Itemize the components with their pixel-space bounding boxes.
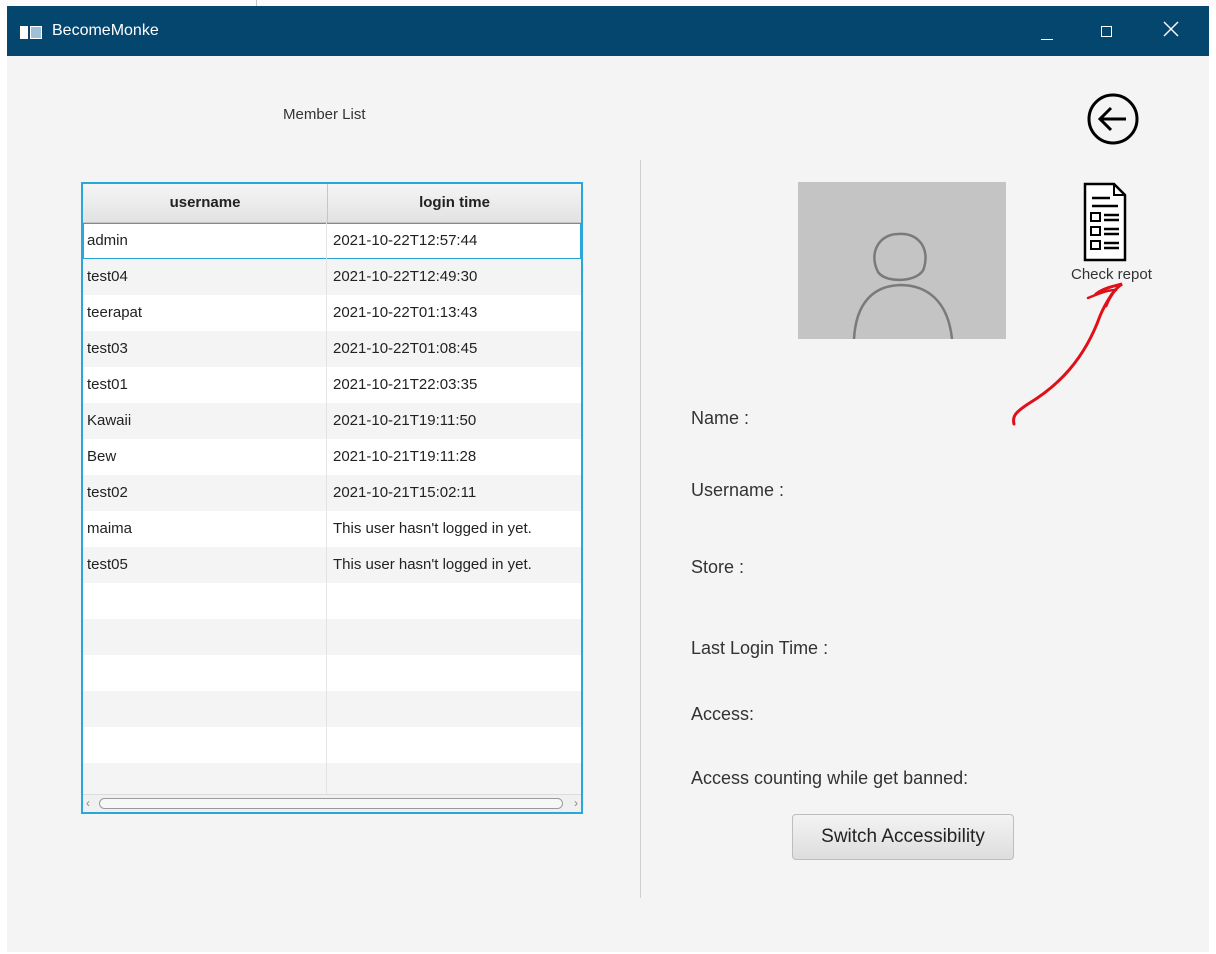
table-body: admin 2021-10-22T12:57:44 test04 2021-10… <box>83 223 581 799</box>
store-label: Store : <box>691 557 745 577</box>
back-button[interactable] <box>1086 92 1140 146</box>
cell-login-time: 2021-10-21T19:11:50 <box>333 412 477 429</box>
cell-username: teerapat <box>83 295 327 331</box>
cell-username: test04 <box>83 259 327 295</box>
cell-login-time: 2021-10-21T22:03:35 <box>333 376 478 393</box>
scrollbar-thumb[interactable] <box>99 798 563 809</box>
app-icon <box>20 26 42 39</box>
scroll-right-icon[interactable]: › <box>574 796 578 810</box>
table-row[interactable]: test02 2021-10-21T15:02:11 <box>83 475 581 511</box>
cell-username: Bew <box>83 439 327 475</box>
member-list-title: Member List <box>283 106 366 123</box>
empty-table-row <box>83 619 581 655</box>
scroll-left-icon[interactable]: ‹ <box>86 796 90 810</box>
switch-accessibility-button[interactable]: Switch Accessibility <box>792 814 1014 860</box>
empty-table-row <box>83 691 581 727</box>
table-row[interactable]: maima This user hasn't logged in yet. <box>83 511 581 547</box>
report-document-icon <box>1083 182 1127 262</box>
column-header-username[interactable]: username <box>83 184 328 222</box>
cell-login-time: 2021-10-22T12:57:44 <box>333 232 478 249</box>
close-icon <box>1163 21 1179 37</box>
check-report-button[interactable] <box>1082 182 1128 262</box>
table-row[interactable]: test03 2021-10-22T01:08:45 <box>83 331 581 367</box>
access-label: Access: <box>691 704 755 724</box>
cell-login-time: This user hasn't logged in yet. <box>333 556 532 573</box>
table-row[interactable]: test01 2021-10-21T22:03:35 <box>83 367 581 403</box>
last-login-label: Last Login Time : <box>691 638 829 658</box>
cell-username: maima <box>83 511 327 547</box>
access-count-label: Access counting while get banned: <box>691 768 969 788</box>
cell-login-time: 2021-10-21T15:02:11 <box>333 484 477 501</box>
cell-login-time: 2021-10-22T01:08:45 <box>333 340 478 357</box>
horizontal-scrollbar[interactable]: ‹ › <box>83 794 581 812</box>
cell-login-time: 2021-10-21T19:11:28 <box>333 448 477 465</box>
maximize-icon <box>1101 26 1112 37</box>
user-avatar <box>798 182 1006 339</box>
panel-divider <box>640 160 641 898</box>
cell-username: test05 <box>83 547 327 583</box>
cell-username: test03 <box>83 331 327 367</box>
minimize-icon <box>1041 39 1053 40</box>
user-avatar-icon <box>852 232 954 339</box>
table-row[interactable]: teerapat 2021-10-22T01:13:43 <box>83 295 581 331</box>
minimize-button[interactable] <box>1024 6 1070 56</box>
table-row[interactable]: Kawaii 2021-10-21T19:11:50 <box>83 403 581 439</box>
cell-username: admin <box>83 223 327 259</box>
back-arrow-icon <box>1087 93 1139 145</box>
empty-table-row <box>83 583 581 619</box>
cell-login-time: 2021-10-22T12:49:30 <box>333 268 478 285</box>
cell-login-time: This user hasn't logged in yet. <box>333 520 532 537</box>
table-row[interactable]: admin 2021-10-22T12:57:44 <box>83 223 581 259</box>
cell-username: test01 <box>83 367 327 403</box>
empty-table-row <box>83 655 581 691</box>
title-bar: BecomeMonke <box>7 6 1209 56</box>
name-label: Name : <box>691 408 750 428</box>
empty-table-row <box>83 727 581 763</box>
cell-username: Kawaii <box>83 403 327 439</box>
maximize-button[interactable] <box>1085 6 1131 56</box>
close-button[interactable] <box>1148 6 1194 56</box>
username-label: Username : <box>691 480 785 500</box>
table-row[interactable]: test05 This user hasn't logged in yet. <box>83 547 581 583</box>
cell-username: test02 <box>83 475 327 511</box>
red-arrow-annotation <box>1012 282 1123 426</box>
table-header: username login time <box>83 184 581 223</box>
table-row[interactable]: test04 2021-10-22T12:49:30 <box>83 259 581 295</box>
member-table[interactable]: username login time admin 2021-10-22T12:… <box>81 182 583 814</box>
window-title: BecomeMonke <box>52 22 159 39</box>
column-header-login-time[interactable]: login time <box>328 184 581 222</box>
table-row[interactable]: Bew 2021-10-21T19:11:28 <box>83 439 581 475</box>
cell-login-time: 2021-10-22T01:13:43 <box>333 304 478 321</box>
